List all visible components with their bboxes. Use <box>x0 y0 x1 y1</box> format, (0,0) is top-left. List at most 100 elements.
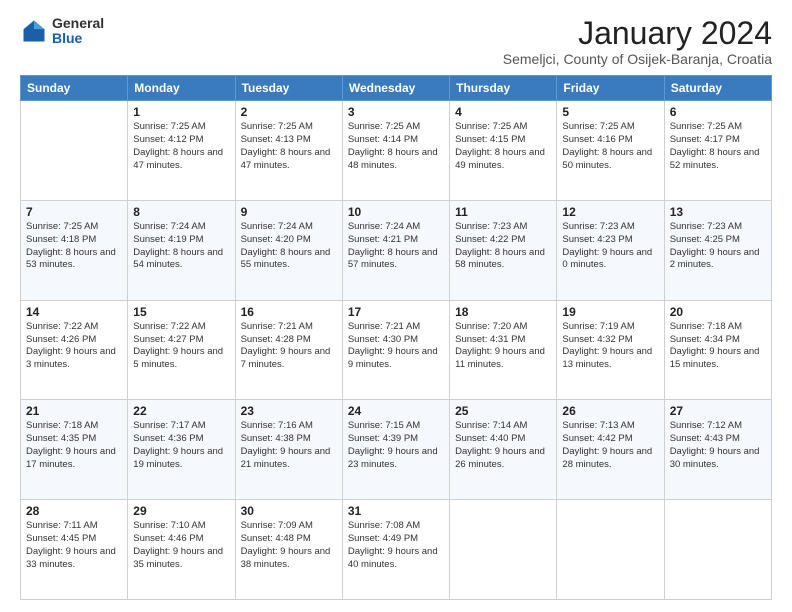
cell-content: Sunrise: 7:18 AMSunset: 4:35 PMDaylight:… <box>26 420 122 471</box>
sunset-text: Sunset: 4:28 PM <box>241 334 311 345</box>
sunrise-text: Sunrise: 7:23 AM <box>455 221 527 232</box>
calendar-cell <box>557 500 664 600</box>
calendar-cell: 26Sunrise: 7:13 AMSunset: 4:42 PMDayligh… <box>557 400 664 500</box>
month-title: January 2024 <box>503 16 772 51</box>
logo: General Blue <box>20 16 104 47</box>
cell-content: Sunrise: 7:15 AMSunset: 4:39 PMDaylight:… <box>348 420 444 471</box>
daylight-text: Daylight: 9 hours and 38 minutes. <box>241 546 331 570</box>
sunrise-text: Sunrise: 7:23 AM <box>562 221 634 232</box>
sunrise-text: Sunrise: 7:10 AM <box>133 520 205 531</box>
day-number: 10 <box>348 205 444 219</box>
week-row-4: 28Sunrise: 7:11 AMSunset: 4:45 PMDayligh… <box>21 500 772 600</box>
calendar-cell: 19Sunrise: 7:19 AMSunset: 4:32 PMDayligh… <box>557 300 664 400</box>
cell-content: Sunrise: 7:23 AM Sunset: 4:22 PM Daylight:… <box>455 221 551 272</box>
sunrise-text: Sunrise: 7:19 AM <box>562 321 634 332</box>
day-number: 1 <box>133 105 229 119</box>
calendar-cell: 30Sunrise: 7:09 AMSunset: 4:48 PMDayligh… <box>235 500 342 600</box>
sunset-text: Sunset: 4:43 PM <box>670 433 740 444</box>
sunrise-text: Sunrise: 7:18 AM <box>26 420 98 431</box>
sunrise-text: Sunrise: 7:25 AM <box>455 121 527 132</box>
sunset-text: Sunset: 4:15 PM <box>455 134 525 145</box>
sunrise-text: Sunrise: 7:24 AM <box>241 221 313 232</box>
daylight-text: Daylight: 9 hours and 23 minutes. <box>348 446 438 470</box>
sunrise-text: Sunrise: 7:16 AM <box>241 420 313 431</box>
logo-blue-text: Blue <box>52 31 104 46</box>
sunrise-text: Sunrise: 7:24 AM <box>133 221 205 232</box>
sunset-text: Sunset: 4:49 PM <box>348 533 418 544</box>
daylight-text: Daylight: 9 hours and 26 minutes. <box>455 446 545 470</box>
sunset-text: Sunset: 4:31 PM <box>455 334 525 345</box>
cell-content: Sunrise: 7:25 AMSunset: 4:13 PMDaylight:… <box>241 121 337 172</box>
day-number: 31 <box>348 504 444 518</box>
col-monday: Monday <box>128 76 235 101</box>
day-number: 4 <box>455 105 551 119</box>
sunrise-text: Sunrise: 7:20 AM <box>455 321 527 332</box>
sunrise-text: Sunrise: 7:22 AM <box>26 321 98 332</box>
sunrise-text: Sunrise: 7:25 AM <box>670 121 742 132</box>
cell-content: Sunrise: 7:08 AMSunset: 4:49 PMDaylight:… <box>348 520 444 571</box>
sunset-text: Sunset: 4:16 PM <box>562 134 632 145</box>
daylight-text: Daylight: 9 hours and 3 minutes. <box>26 346 116 370</box>
col-tuesday: Tuesday <box>235 76 342 101</box>
calendar-cell: 15 Sunrise: 7:22 AMSunset: 4:27 PMDayligh… <box>128 300 235 400</box>
daylight-text: Daylight: 8 hours and 54 minutes. <box>133 247 223 271</box>
calendar-cell: 3Sunrise: 7:25 AMSunset: 4:14 PMDaylight… <box>342 101 449 201</box>
cell-content: Sunrise: 7:12 AMSunset: 4:43 PMDaylight:… <box>670 420 766 471</box>
daylight-text: Daylight: 9 hours and 21 minutes. <box>241 446 331 470</box>
sunset-text: Sunset: 4:12 PM <box>133 134 203 145</box>
sunset-text: Sunset: 4:26 PM <box>26 334 96 345</box>
sunset-text: Sunset: 4:23 PM <box>562 234 632 245</box>
cell-content: Sunrise: 7:25 AMSunset: 4:17 PMDaylight:… <box>670 121 766 172</box>
cell-content: Sunrise: 7:25 AMSunset: 4:16 PMDaylight:… <box>562 121 658 172</box>
calendar-cell <box>664 500 771 600</box>
sunrise-text: Sunrise: 7:25 AM <box>348 121 420 132</box>
logo-text: General Blue <box>52 16 104 47</box>
sunset-text: Sunset: 4:40 PM <box>455 433 525 444</box>
cell-content: Sunrise: 7:22 AMSunset: 4:27 PMDaylight:… <box>133 321 229 372</box>
title-section: January 2024 Semeljci, County of Osijek-… <box>503 16 772 67</box>
day-number: 15 <box>133 305 229 319</box>
sunrise-text: Sunrise: 7:15 AM <box>348 420 420 431</box>
calendar-cell: 16Sunrise: 7:21 AMSunset: 4:28 PMDayligh… <box>235 300 342 400</box>
sunrise-text: Sunrise: 7:22 AM <box>133 321 205 332</box>
daylight-text: Daylight: 8 hours and 52 minutes. <box>670 147 760 171</box>
calendar-cell: 27Sunrise: 7:12 AMSunset: 4:43 PMDayligh… <box>664 400 771 500</box>
sunset-text: Sunset: 4:22 PM <box>455 234 525 245</box>
calendar-cell: 8Sunrise: 7:24 AMSunset: 4:19 PMDaylight… <box>128 200 235 300</box>
cell-content: Sunrise: 7:09 AMSunset: 4:48 PMDaylight:… <box>241 520 337 571</box>
daylight-text: Daylight: 9 hours and 28 minutes. <box>562 446 652 470</box>
sunrise-text: Sunrise: 7:18 AM <box>670 321 742 332</box>
calendar-cell: 13Sunrise: 7:23 AMSunset: 4:25 PMDayligh… <box>664 200 771 300</box>
daylight-text: Daylight: 9 hours and 2 minutes. <box>670 247 760 271</box>
daylight-text: Daylight: 8 hours and 58 minutes. <box>455 247 545 271</box>
daylight-text: Daylight: 8 hours and 55 minutes. <box>241 247 331 271</box>
sunset-text: Sunset: 4:14 PM <box>348 134 418 145</box>
sunset-text: Sunset: 4:32 PM <box>562 334 632 345</box>
sunrise-text: Sunrise: 7:25 AM <box>26 221 98 232</box>
daylight-text: Daylight: 9 hours and 40 minutes. <box>348 546 438 570</box>
calendar-cell: 23Sunrise: 7:16 AMSunset: 4:38 PMDayligh… <box>235 400 342 500</box>
week-row-3: 21Sunrise: 7:18 AMSunset: 4:35 PMDayligh… <box>21 400 772 500</box>
day-number: 12 <box>562 205 658 219</box>
sunset-text: Sunset: 4:38 PM <box>241 433 311 444</box>
calendar-cell: 25Sunrise: 7:14 AMSunset: 4:40 PMDayligh… <box>450 400 557 500</box>
cell-content: Sunrise: 7:25 AMSunset: 4:15 PMDaylight:… <box>455 121 551 172</box>
calendar-cell: 24Sunrise: 7:15 AMSunset: 4:39 PMDayligh… <box>342 400 449 500</box>
daylight-text: Daylight: 9 hours and 5 minutes. <box>133 346 223 370</box>
daylight-text: Daylight: 9 hours and 0 minutes. <box>562 247 652 271</box>
sunset-text: Sunset: 4:36 PM <box>133 433 203 444</box>
calendar-cell: 18Sunrise: 7:20 AMSunset: 4:31 PMDayligh… <box>450 300 557 400</box>
day-number: 14 <box>26 305 122 319</box>
day-number: 3 <box>348 105 444 119</box>
cell-content: Sunrise: 7:13 AMSunset: 4:42 PMDaylight:… <box>562 420 658 471</box>
calendar-cell: 2Sunrise: 7:25 AMSunset: 4:13 PMDaylight… <box>235 101 342 201</box>
daylight-text: Daylight: 8 hours and 47 minutes. <box>133 147 223 171</box>
calendar-cell: 28Sunrise: 7:11 AMSunset: 4:45 PMDayligh… <box>21 500 128 600</box>
sunset-text: Sunset: 4:18 PM <box>26 234 96 245</box>
calendar-cell <box>21 101 128 201</box>
daylight-text: Daylight: 9 hours and 33 minutes. <box>26 546 116 570</box>
cell-content: Sunrise: 7:18 AMSunset: 4:34 PMDaylight:… <box>670 321 766 372</box>
day-number: 29 <box>133 504 229 518</box>
cell-content: Sunrise: 7:25 AMSunset: 4:14 PMDaylight:… <box>348 121 444 172</box>
cell-content: Sunrise: 7:23 AM Sunset: 4:23 PM Daylight:… <box>562 221 658 272</box>
